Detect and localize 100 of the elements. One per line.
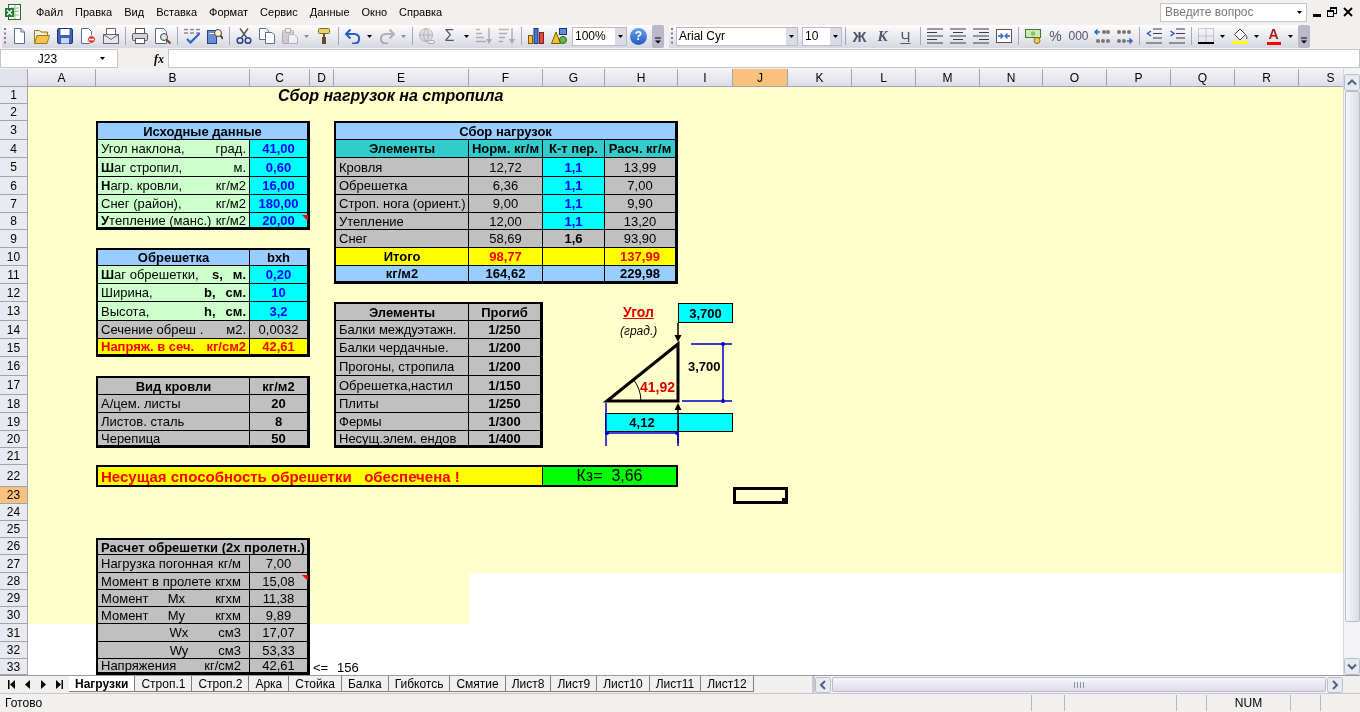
align-center-icon[interactable]: [949, 28, 966, 44]
italic-button[interactable]: К: [871, 25, 894, 47]
sheet-tab[interactable]: Смятие: [449, 676, 506, 692]
row-header[interactable]: 12: [0, 284, 28, 302]
row-header[interactable]: 14: [0, 321, 28, 339]
column-header[interactable]: S: [1299, 69, 1343, 87]
toolbar-options-icon[interactable]: [652, 24, 664, 48]
underline-button[interactable]: Ч: [894, 25, 917, 47]
horizontal-scrollbar[interactable]: [815, 676, 1343, 693]
thousands-separator-button[interactable]: 000: [1067, 25, 1090, 47]
dropdown-arrow-icon[interactable]: [1254, 34, 1259, 38]
spelling-check-icon[interactable]: [183, 28, 200, 44]
menu-item[interactable]: Сервис: [254, 2, 304, 22]
insert-function-button[interactable]: fx: [154, 52, 164, 65]
row-header[interactable]: 29: [0, 590, 28, 607]
dropdown-arrow-icon[interactable]: [1220, 34, 1225, 38]
sheet-tab[interactable]: Лист11: [648, 676, 702, 692]
row-header[interactable]: 22: [0, 465, 28, 487]
row-header[interactable]: 1: [0, 87, 28, 104]
decrease-decimal-icon[interactable]: [1116, 28, 1133, 44]
sheet-tab[interactable]: Гибкотсь: [387, 676, 451, 692]
row-header[interactable]: 21: [0, 448, 28, 465]
row-header[interactable]: 19: [0, 413, 28, 431]
column-header[interactable]: I: [678, 69, 733, 87]
sheet-tab[interactable]: Лист12: [700, 676, 754, 692]
cut-icon[interactable]: [235, 28, 252, 44]
dropdown-arrow-icon[interactable]: [100, 57, 105, 60]
column-header[interactable]: L: [852, 69, 916, 87]
print-preview-icon[interactable]: [154, 28, 171, 44]
row-header[interactable]: 17: [0, 376, 28, 395]
menu-item[interactable]: Вид: [118, 2, 151, 22]
restricted-document-icon[interactable]: [79, 28, 96, 44]
shapes-icon[interactable]: [550, 28, 567, 44]
row-header[interactable]: 31: [0, 624, 28, 642]
row-header[interactable]: 32: [0, 642, 28, 659]
first-sheet-arrow-icon[interactable]: [7, 679, 15, 689]
column-header[interactable]: A: [28, 69, 96, 87]
dropdown-arrow-icon[interactable]: [464, 34, 469, 38]
row-header[interactable]: 18: [0, 395, 28, 413]
last-sheet-arrow-icon[interactable]: [55, 679, 63, 689]
close-icon[interactable]: [1343, 7, 1353, 17]
align-left-icon[interactable]: [926, 28, 943, 44]
row-header[interactable]: 7: [0, 195, 28, 213]
formula-field[interactable]: [168, 49, 1360, 68]
banknote-coin-icon[interactable]: [1024, 28, 1041, 44]
increase-decimal-icon[interactable]: [1093, 28, 1110, 44]
font-size-combobox[interactable]: 10: [802, 26, 842, 46]
increase-indent-icon[interactable]: [1168, 28, 1185, 44]
sheet-tab[interactable]: Балка: [340, 676, 389, 692]
sheet-tab[interactable]: Стойка: [288, 676, 342, 692]
print-icon[interactable]: [131, 28, 148, 44]
decrease-indent-icon[interactable]: [1145, 28, 1162, 44]
dropdown-arrow-icon[interactable]: [1297, 10, 1302, 14]
percent-style-button[interactable]: %: [1044, 25, 1067, 47]
sheet-tab[interactable]: Строп.2: [191, 676, 250, 692]
borders-icon[interactable]: [1197, 28, 1214, 44]
question-field[interactable]: Введите вопрос: [1160, 2, 1307, 22]
bar-chart-icon[interactable]: [527, 28, 544, 44]
menu-item[interactable]: Формат: [203, 2, 255, 22]
bold-button[interactable]: Ж: [848, 25, 871, 47]
column-header[interactable]: K: [788, 69, 852, 87]
menu-item[interactable]: Справка: [393, 2, 449, 22]
sheet-tab[interactable]: Лист8: [504, 676, 552, 692]
undo-icon[interactable]: [344, 28, 361, 44]
toolbar-grip-icon[interactable]: [670, 28, 674, 44]
next-sheet-arrow-icon[interactable]: [40, 679, 46, 689]
column-header[interactable]: M: [916, 69, 980, 87]
row-header[interactable]: 27: [0, 555, 28, 573]
row-header[interactable]: 5: [0, 158, 28, 177]
align-right-icon[interactable]: [972, 28, 989, 44]
column-header[interactable]: B: [96, 69, 250, 87]
sheet-tab[interactable]: Лист9: [550, 676, 598, 692]
name-box[interactable]: J23: [0, 49, 118, 68]
column-header[interactable]: Q: [1171, 69, 1235, 87]
toolbar-grip-icon[interactable]: [3, 28, 7, 44]
row-header[interactable]: 24: [0, 504, 28, 521]
column-header[interactable]: C: [250, 69, 310, 87]
row-header[interactable]: 20: [0, 431, 28, 448]
row-header[interactable]: 4: [0, 140, 28, 158]
row-header[interactable]: 28: [0, 573, 28, 590]
row-header[interactable]: 2: [0, 104, 28, 121]
toolbar-options-icon[interactable]: [1298, 24, 1310, 48]
vertical-scrollbar[interactable]: [1343, 69, 1360, 675]
previous-sheet-arrow-icon[interactable]: [24, 679, 30, 689]
menu-item[interactable]: Правка: [69, 2, 119, 22]
spreadsheet-app-icon[interactable]: [5, 4, 21, 20]
column-header[interactable]: R: [1235, 69, 1299, 87]
row-header[interactable]: 23: [0, 487, 28, 504]
row-header[interactable]: 11: [0, 266, 28, 284]
font-color-button[interactable]: A: [1262, 25, 1285, 47]
autosum-button[interactable]: Σ: [438, 25, 461, 47]
dropdown-arrow-icon[interactable]: [1288, 34, 1293, 38]
row-header[interactable]: 10: [0, 248, 28, 266]
row-header[interactable]: 25: [0, 521, 28, 538]
zoom-combobox[interactable]: 100%: [572, 26, 627, 46]
row-header[interactable]: 9: [0, 230, 28, 248]
font-name-combobox[interactable]: Arial Cyr: [676, 26, 798, 46]
row-header[interactable]: 26: [0, 538, 28, 555]
row-header[interactable]: 30: [0, 607, 28, 624]
sheet-tab[interactable]: Лист10: [596, 676, 650, 692]
